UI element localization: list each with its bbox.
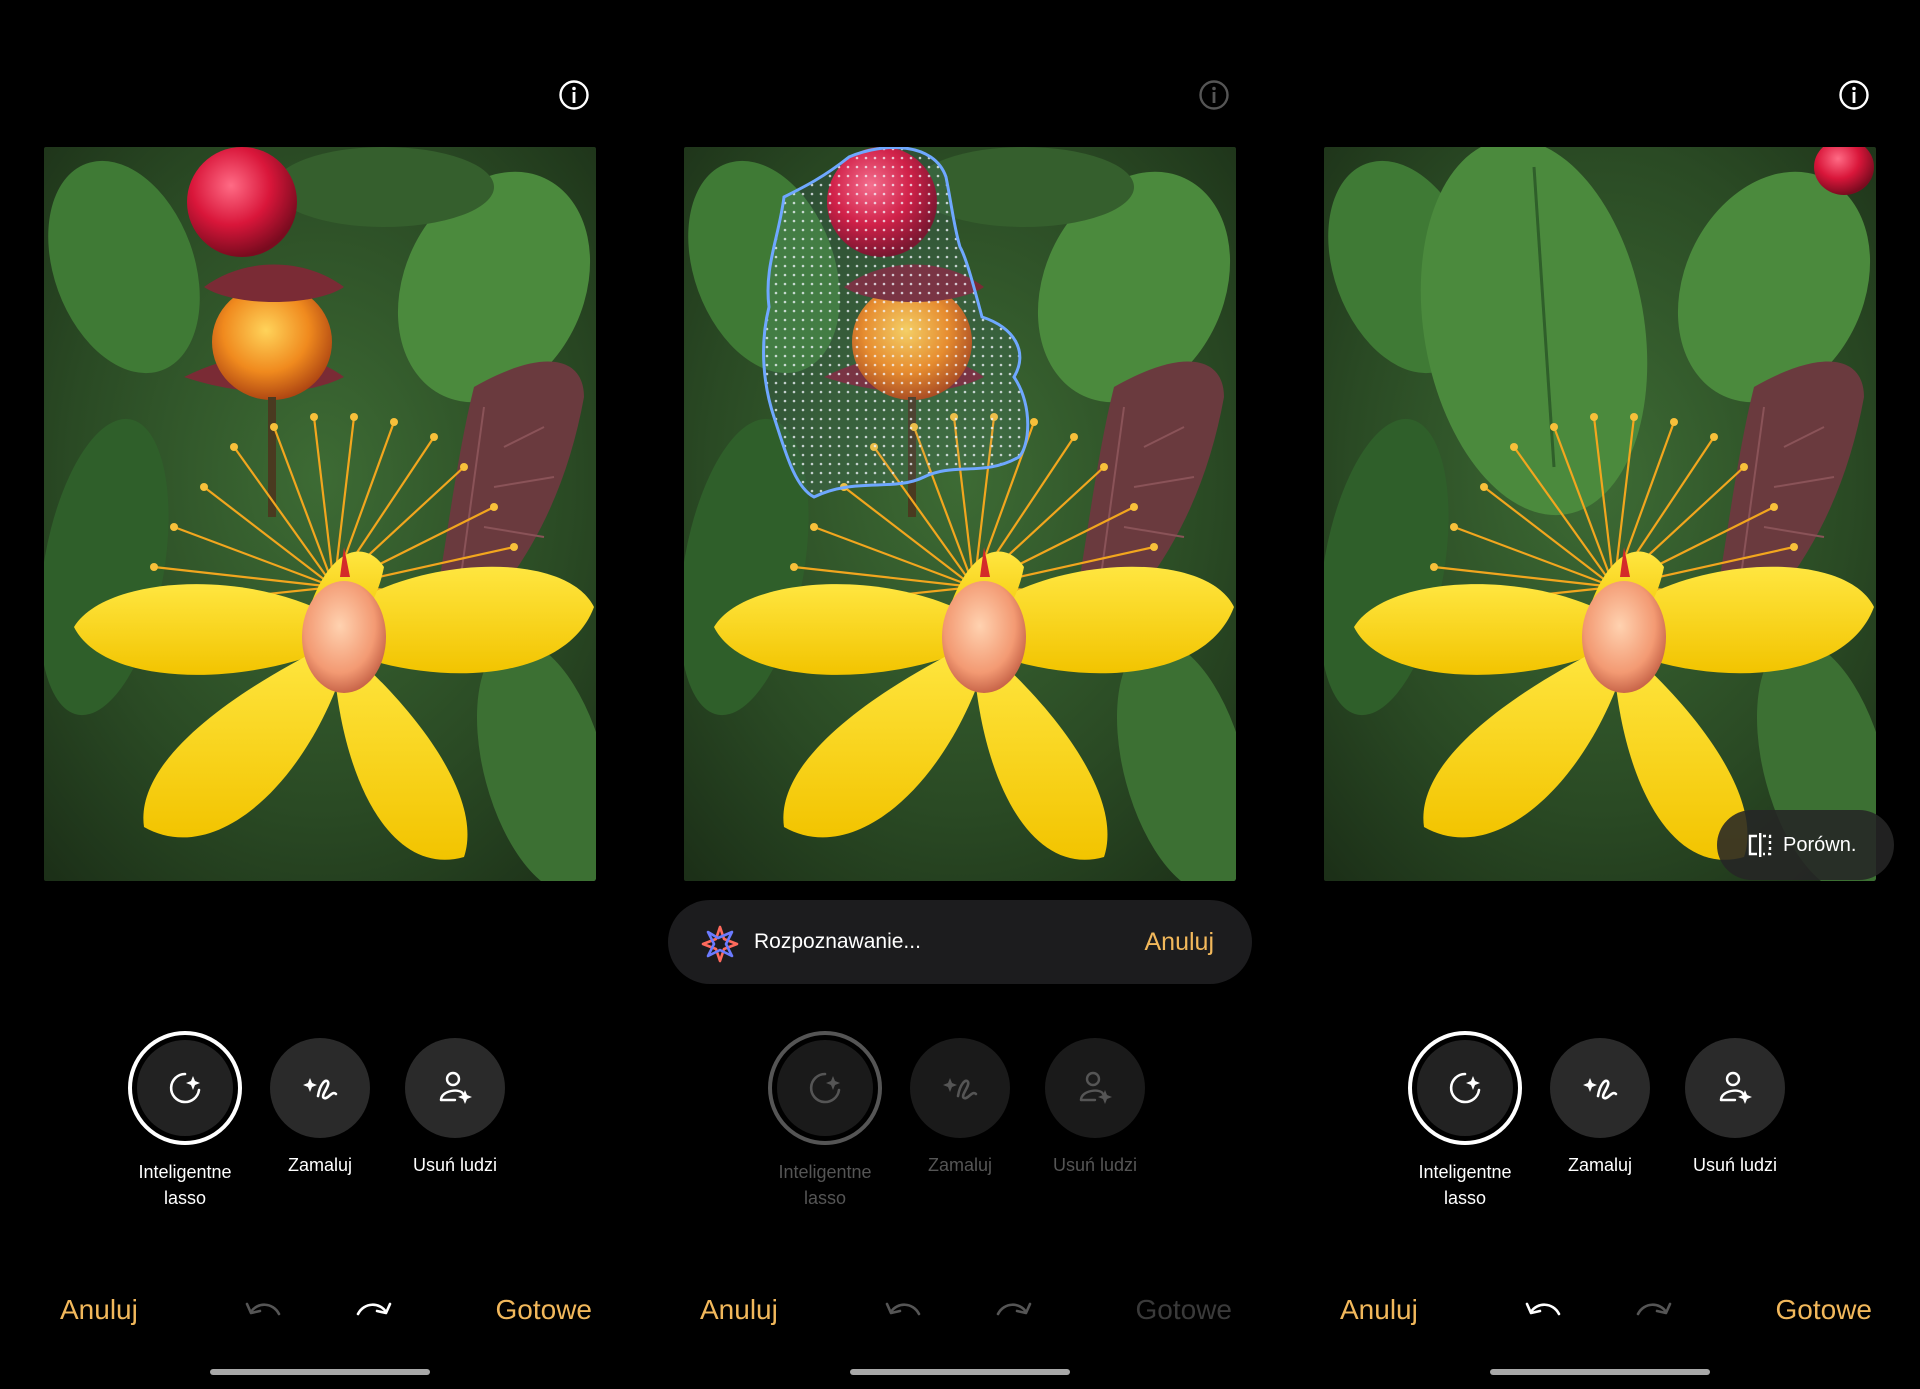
bottom-bar: Anuluj Gotowe [0, 1294, 640, 1334]
tool-smart-lasso: Inteligentne lasso [750, 1031, 900, 1211]
tool-paint-over[interactable]: Zamaluj [245, 1038, 395, 1178]
cancel-button[interactable]: Anuluj [60, 1294, 138, 1326]
compare-label: Porówn. [1783, 834, 1857, 856]
tool-remove-people: Usuń ludzi [1020, 1038, 1170, 1178]
home-indicator[interactable] [850, 1369, 1070, 1375]
recognition-text: Rozpoznawanie... [754, 930, 921, 953]
cancel-button[interactable]: Anuluj [1340, 1294, 1418, 1326]
bottom-bar: Anuluj Gotowe [1280, 1294, 1920, 1334]
cancel-button[interactable]: Anuluj [700, 1294, 778, 1326]
editor-panel-recognizing: Rozpoznawanie... Anuluj Inteligentne las… [640, 0, 1280, 1389]
redo-icon[interactable] [1634, 1298, 1674, 1326]
remove-people-icon [1079, 1071, 1112, 1104]
paint-over-icon [1583, 1078, 1618, 1100]
compare-icon [1748, 833, 1772, 857]
tool-remove-people[interactable]: Usuń ludzi [1660, 1038, 1810, 1178]
ai-sparkle-icon [701, 925, 739, 963]
done-button[interactable]: Gotowe [1776, 1294, 1873, 1326]
tool-paint-over: Zamaluj [885, 1038, 1035, 1178]
photo-canvas[interactable] [1324, 147, 1876, 881]
bottom-bar: Anuluj Gotowe [640, 1294, 1280, 1334]
redo-icon[interactable] [354, 1298, 394, 1326]
undo-icon[interactable] [243, 1298, 283, 1326]
tool-label: Usuń ludzi [412, 1155, 498, 1175]
redo-icon [996, 1302, 1032, 1316]
done-button: Gotowe [1135, 1294, 1233, 1325]
editor-panel-original: Inteligentne lasso Zamaluj Usuń ludzi An… [0, 0, 640, 1389]
smart-lasso-icon [169, 1072, 201, 1104]
done-button[interactable]: Gotowe [496, 1294, 593, 1326]
tool-label: Inteligentne lasso [138, 1162, 232, 1208]
tool-remove-people[interactable]: Usuń ludzi [380, 1038, 530, 1178]
tool-label: Inteligentne lasso [1418, 1162, 1512, 1208]
recognition-bar: Rozpoznawanie... Anuluj [668, 900, 1252, 984]
home-indicator[interactable] [1490, 1369, 1710, 1375]
remove-people-icon [439, 1071, 472, 1104]
photo-canvas[interactable] [44, 147, 596, 881]
tool-label: Zamaluj [1567, 1155, 1633, 1175]
info-icon[interactable] [1198, 79, 1230, 111]
smart-lasso-icon [1449, 1072, 1481, 1104]
undo-icon[interactable] [1523, 1298, 1563, 1326]
remove-people-icon [1719, 1071, 1752, 1104]
info-icon[interactable] [1838, 79, 1870, 111]
tool-smart-lasso[interactable]: Inteligentne lasso [1390, 1031, 1540, 1211]
undo-icon [885, 1302, 921, 1316]
compare-button[interactable]: Porówn. [1717, 810, 1894, 880]
photo-canvas[interactable] [684, 147, 1236, 881]
tool-smart-lasso[interactable]: Inteligentne lasso [110, 1031, 260, 1211]
info-icon[interactable] [558, 79, 590, 111]
paint-over-icon [943, 1078, 978, 1100]
recognition-cancel-button[interactable]: Anuluj [1145, 928, 1215, 957]
tool-paint-over[interactable]: Zamaluj [1525, 1038, 1675, 1178]
editor-panel-result: Porówn. Inteligentne lasso Zamaluj Usuń … [1280, 0, 1920, 1389]
smart-lasso-icon [809, 1072, 841, 1104]
tool-label: Zamaluj [927, 1155, 993, 1175]
tool-label: Usuń ludzi [1052, 1155, 1138, 1175]
tool-label: Inteligentne lasso [778, 1162, 872, 1208]
paint-over-icon [303, 1078, 338, 1100]
home-indicator[interactable] [210, 1369, 430, 1375]
tool-label: Usuń ludzi [1692, 1155, 1778, 1175]
tool-label: Zamaluj [287, 1155, 353, 1175]
